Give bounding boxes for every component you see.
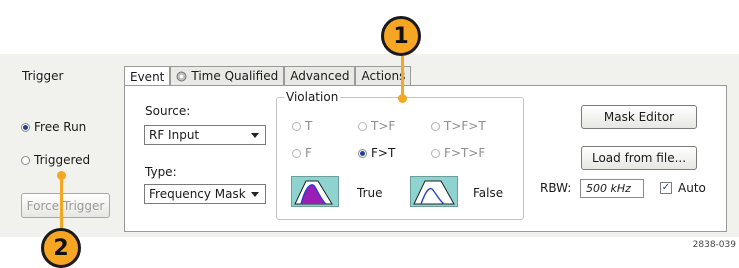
- tab-time-qualified-label: Time Qualified: [191, 69, 279, 83]
- rbw-label: RBW:: [540, 181, 572, 195]
- auto-checkbox[interactable]: ✓ Auto: [660, 181, 706, 195]
- violation-group-title: Violation: [284, 90, 341, 104]
- auto-label: Auto: [678, 181, 706, 195]
- violation-radio-f-t-f[interactable]: [431, 148, 440, 158]
- violation-radio-f-t[interactable]: [358, 148, 367, 158]
- source-select-value: RF Input: [149, 128, 200, 142]
- violation-option-t-f[interactable]: T>F: [358, 119, 395, 133]
- tab-actions-label: Actions: [361, 69, 406, 83]
- violation-option-f-label: F: [305, 146, 312, 160]
- callout-2-leader: [60, 175, 63, 232]
- mask-false-image: [410, 176, 458, 207]
- force-trigger-button[interactable]: Force Trigger: [21, 193, 110, 218]
- tab-event[interactable]: Event: [124, 66, 171, 86]
- free-run-radio-button[interactable]: [21, 122, 30, 132]
- violation-option-f-t[interactable]: F>T: [358, 146, 395, 160]
- source-select[interactable]: RF Input: [144, 125, 266, 145]
- type-select[interactable]: Frequency Mask: [144, 184, 266, 204]
- trigger-section-title: Trigger: [22, 69, 64, 83]
- violation-option-f-t-label: F>T: [371, 146, 396, 160]
- violation-option-t-f-t[interactable]: T>F>T: [431, 119, 486, 133]
- source-label: Source:: [145, 104, 191, 118]
- violation-option-f-t-f-label: F>T>F: [444, 146, 486, 160]
- tab-time-qualified[interactable]: Time Qualified: [170, 66, 285, 85]
- violation-radio-f[interactable]: [292, 148, 301, 158]
- chevron-down-icon: [251, 132, 259, 138]
- violation-radio-t[interactable]: [292, 121, 301, 131]
- figure-id: 2838-039: [692, 240, 736, 250]
- tab-event-label: Event: [130, 69, 165, 84]
- violation-option-t-label: T: [305, 119, 313, 133]
- callout-1-dot: [398, 94, 407, 103]
- violation-option-t[interactable]: T: [292, 119, 312, 133]
- tab-advanced[interactable]: Advanced: [284, 66, 356, 85]
- load-from-file-button[interactable]: Load from file...: [581, 146, 697, 170]
- mask-editor-button[interactable]: Mask Editor: [581, 105, 697, 129]
- mask-false-label: False: [473, 186, 504, 200]
- triggered-radio[interactable]: Triggered: [21, 153, 90, 167]
- trigger-tab-bar: Event Time Qualified Advanced Actions: [124, 66, 412, 86]
- callout-1-leader: [401, 56, 404, 98]
- checkmark-icon[interactable]: ✓: [660, 182, 672, 194]
- callout-2-badge: 2: [41, 228, 81, 268]
- callout-1-badge: 1: [381, 16, 421, 56]
- chevron-down-icon: [251, 191, 259, 197]
- violation-option-f[interactable]: F: [292, 146, 312, 160]
- triggered-label: Triggered: [34, 153, 91, 167]
- mask-true-image: [291, 176, 339, 207]
- type-select-value: Frequency Mask: [149, 187, 246, 201]
- type-label: Type:: [145, 165, 177, 179]
- triggered-radio-button[interactable]: [21, 155, 30, 165]
- violation-option-t-f-label: T>F: [371, 119, 396, 133]
- rbw-input[interactable]: 500 kHz: [580, 179, 644, 198]
- tab-advanced-label: Advanced: [290, 69, 350, 83]
- free-run-radio[interactable]: Free Run: [21, 120, 86, 134]
- violation-radio-t-f-t[interactable]: [431, 121, 440, 131]
- free-run-label: Free Run: [34, 120, 87, 134]
- violation-option-f-t-f[interactable]: F>T>F: [431, 146, 485, 160]
- mask-true-icon: [294, 180, 333, 205]
- mask-false-icon: [413, 180, 455, 205]
- mask-true-label: True: [357, 186, 383, 200]
- violation-radio-t-f[interactable]: [358, 121, 367, 131]
- gear-icon: [176, 71, 187, 81]
- violation-option-t-f-t-label: T>F>T: [444, 119, 486, 133]
